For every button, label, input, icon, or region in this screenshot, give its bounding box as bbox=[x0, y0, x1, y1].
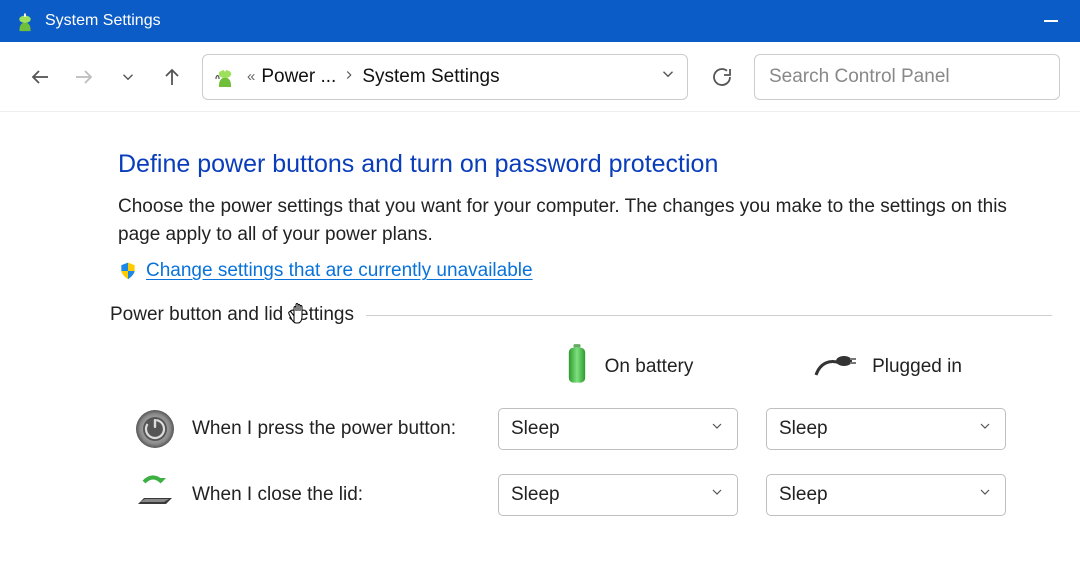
chevron-down-icon bbox=[977, 418, 993, 440]
history-dropdown-button[interactable] bbox=[106, 55, 150, 99]
up-button[interactable] bbox=[150, 55, 194, 99]
chevron-down-icon bbox=[709, 484, 725, 506]
power-button-label: When I press the power button: bbox=[192, 418, 498, 440]
content-area: Define power buttons and turn on passwor… bbox=[0, 112, 1080, 516]
power-button-icon bbox=[134, 408, 176, 450]
search-input[interactable] bbox=[769, 66, 1045, 88]
power-button-battery-select[interactable]: Sleep bbox=[498, 408, 738, 450]
power-button-plugged-value: Sleep bbox=[779, 418, 828, 440]
address-bar[interactable]: « Power ... System Settings bbox=[202, 54, 688, 100]
power-button-battery-value: Sleep bbox=[511, 418, 560, 440]
breadcrumb-current[interactable]: System Settings bbox=[362, 66, 499, 88]
breadcrumb-parent[interactable]: Power ... bbox=[261, 66, 336, 88]
change-settings-row: Change settings that are currently unava… bbox=[118, 260, 1052, 282]
on-battery-label: On battery bbox=[605, 356, 694, 378]
minimize-button[interactable] bbox=[1028, 0, 1074, 42]
breadcrumb-guillemet-icon: « bbox=[247, 68, 255, 85]
refresh-button[interactable] bbox=[700, 55, 744, 99]
chevron-down-icon bbox=[709, 418, 725, 440]
hand-cursor-icon bbox=[285, 296, 309, 331]
on-battery-header: On battery bbox=[498, 344, 758, 390]
power-button-setting-row: When I press the power button: Sleep Sle… bbox=[134, 408, 1052, 450]
close-lid-battery-value: Sleep bbox=[511, 484, 560, 506]
plugged-in-label: Plugged in bbox=[872, 356, 962, 378]
window-title: System Settings bbox=[45, 12, 161, 30]
nav-toolbar: « Power ... System Settings bbox=[0, 42, 1080, 112]
plugged-in-header: Plugged in bbox=[758, 349, 1018, 385]
divider-line bbox=[366, 315, 1052, 316]
close-lid-plugged-select[interactable]: Sleep bbox=[766, 474, 1006, 516]
title-bar: System Settings bbox=[0, 0, 1080, 42]
close-lid-battery-select[interactable]: Sleep bbox=[498, 474, 738, 516]
section-divider: Power button and lid settings bbox=[110, 304, 1052, 326]
page-description: Choose the power settings that you want … bbox=[118, 193, 1048, 248]
forward-button[interactable] bbox=[62, 55, 106, 99]
close-lid-plugged-value: Sleep bbox=[779, 484, 828, 506]
power-button-plugged-select[interactable]: Sleep bbox=[766, 408, 1006, 450]
section-label: Power button and lid settings bbox=[110, 304, 354, 326]
close-lid-label: When I close the lid: bbox=[192, 484, 498, 506]
chevron-down-icon bbox=[977, 484, 993, 506]
address-dropdown-button[interactable] bbox=[659, 65, 677, 89]
power-options-folder-icon bbox=[213, 65, 237, 89]
close-lid-setting-row: When I close the lid: Sleep Sleep bbox=[134, 474, 1052, 516]
close-lid-icon bbox=[134, 474, 176, 516]
uac-shield-icon bbox=[118, 261, 138, 281]
chevron-right-icon bbox=[342, 66, 356, 88]
change-unavailable-settings-link[interactable]: Change settings that are currently unava… bbox=[146, 260, 533, 282]
battery-icon bbox=[563, 344, 591, 390]
back-button[interactable] bbox=[18, 55, 62, 99]
app-icon bbox=[14, 11, 35, 32]
columns-header: On battery Plugged in bbox=[118, 344, 1052, 390]
page-heading: Define power buttons and turn on passwor… bbox=[118, 150, 1052, 179]
search-box[interactable] bbox=[754, 54, 1060, 100]
ac-plug-icon bbox=[814, 349, 858, 385]
